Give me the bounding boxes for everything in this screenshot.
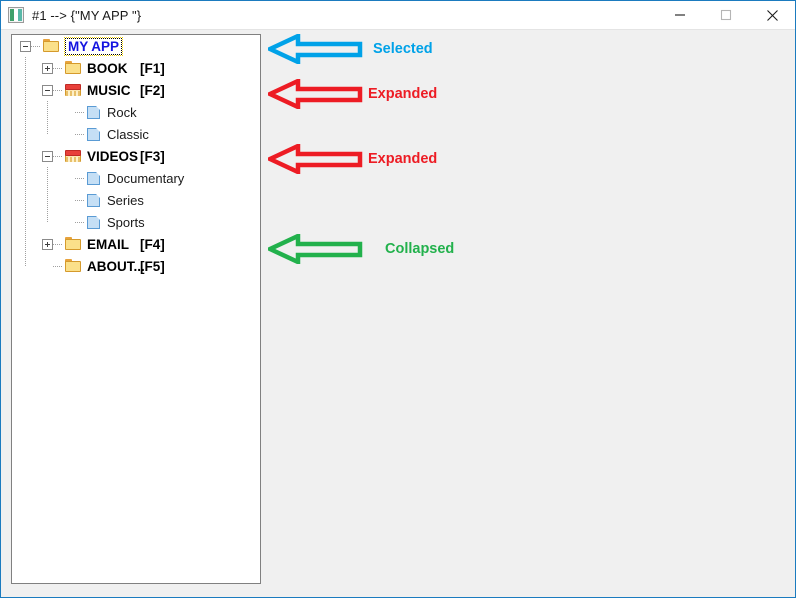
tree-node-shortcut: [F4] <box>140 236 165 252</box>
arrow-left-outline-red-icon <box>268 144 363 174</box>
annotation-label: Collapsed <box>385 241 455 257</box>
tree-node-label[interactable]: BOOK <box>87 61 128 76</box>
document-blue-icon <box>87 193 101 208</box>
arrow-left-outline-red-icon <box>268 79 363 109</box>
tree-node-shortcut: [F3] <box>140 148 165 164</box>
tree-trunk-line-videos <box>47 167 48 222</box>
tree-node-videos[interactable]: VIDEOS [F3] <box>12 145 260 167</box>
arrow-left-outline-green-icon <box>268 234 363 264</box>
window-controls <box>657 1 795 29</box>
folder-closed-yellow-icon <box>65 61 81 75</box>
document-blue-icon <box>87 171 101 186</box>
close-button[interactable] <box>749 1 795 29</box>
annotation-expanded-2: Expanded <box>268 144 437 174</box>
folder-open-red-icon <box>65 149 81 163</box>
app-window: #1 --> {"MY APP "} MY APP BOOK [F1] MUSI… <box>0 0 796 598</box>
tree-connector-line <box>53 89 62 91</box>
annotation-collapsed-3: Collapsed <box>268 234 454 264</box>
tree-node-series[interactable]: Series <box>12 189 260 211</box>
annotation-label: Expanded <box>368 151 438 167</box>
tree-node-about[interactable]: ABOUT... [F5] <box>12 255 260 277</box>
window-title: #1 --> {"MY APP "} <box>32 7 142 23</box>
tree-connector-line <box>75 133 84 135</box>
minimize-button[interactable] <box>657 1 703 29</box>
tree-node-shortcut: [F1] <box>140 60 165 76</box>
tree-connector-line <box>53 243 62 245</box>
tree-connector-line <box>53 155 62 157</box>
document-blue-icon <box>87 105 101 120</box>
tree-connector-line <box>75 221 84 223</box>
folder-closed-yellow-icon <box>65 259 81 273</box>
tree-node-sports[interactable]: Sports <box>12 211 260 233</box>
tree-view-panel[interactable]: MY APP BOOK [F1] MUSIC [F2] Rock Classic VIDEOS… <box>11 34 261 584</box>
tree-node-rock[interactable]: Rock <box>12 101 260 123</box>
tree-root: MY APP BOOK [F1] MUSIC [F2] Rock Classic VIDEOS… <box>12 35 260 277</box>
folder-open-yellow-icon <box>43 39 59 53</box>
tree-connector-line <box>75 177 84 179</box>
annotation-label: Expanded <box>368 86 438 102</box>
tree-node-music[interactable]: MUSIC [F2] <box>12 79 260 101</box>
expander-minus-icon[interactable] <box>42 150 53 162</box>
tree-node-shortcut: [F2] <box>140 82 165 98</box>
tree-connector-line <box>53 67 62 69</box>
tree-node-book[interactable]: BOOK [F1] <box>12 57 260 79</box>
tree-node-label[interactable]: ABOUT... <box>87 259 145 274</box>
maximize-button[interactable] <box>703 1 749 29</box>
app-window-icon <box>8 7 24 23</box>
tree-node-shortcut: [F5] <box>140 258 165 274</box>
tree-node-label[interactable]: Series <box>107 193 144 208</box>
tree-node-label-selected[interactable]: MY APP <box>63 36 124 56</box>
tree-connector-line <box>53 265 62 267</box>
tree-node-label[interactable]: Rock <box>107 105 137 120</box>
tree-connector-line <box>75 199 84 201</box>
tree-node-label[interactable]: Documentary <box>107 171 184 186</box>
expander-plus-icon[interactable] <box>42 238 53 250</box>
tree-node-label[interactable]: EMAIL <box>87 237 129 252</box>
expander-minus-icon[interactable] <box>42 84 53 96</box>
tree-node-documentary[interactable]: Documentary <box>12 167 260 189</box>
annotation-expanded-1: Expanded <box>268 79 437 109</box>
document-blue-icon <box>87 127 101 142</box>
tree-node-label[interactable]: Sports <box>107 215 145 230</box>
tree-node-classic[interactable]: Classic <box>12 123 260 145</box>
title-bar: #1 --> {"MY APP "} <box>1 1 795 30</box>
expander-plus-icon[interactable] <box>42 62 53 74</box>
annotation-label: Selected <box>373 41 433 57</box>
maximize-icon <box>720 9 732 21</box>
tree-connector-line <box>75 111 84 113</box>
annotation-selected-0: Selected <box>268 34 433 64</box>
tree-trunk-line-music <box>47 101 48 134</box>
folder-closed-yellow-icon <box>65 237 81 251</box>
close-icon <box>766 9 778 21</box>
minimize-icon <box>675 14 685 16</box>
tree-node-label[interactable]: Classic <box>107 127 149 142</box>
arrow-left-outline-blue-icon <box>268 34 363 64</box>
folder-open-red-icon <box>65 83 81 97</box>
expander-minus-icon[interactable] <box>20 40 31 52</box>
document-blue-icon <box>87 215 101 230</box>
tree-trunk-line-root <box>25 57 26 266</box>
tree-node-myapp[interactable]: MY APP <box>12 35 260 57</box>
tree-node-label[interactable]: MUSIC <box>87 83 131 98</box>
tree-node-label[interactable]: VIDEOS <box>87 149 138 164</box>
tree-node-email[interactable]: EMAIL [F4] <box>12 233 260 255</box>
tree-connector-line <box>31 45 40 47</box>
